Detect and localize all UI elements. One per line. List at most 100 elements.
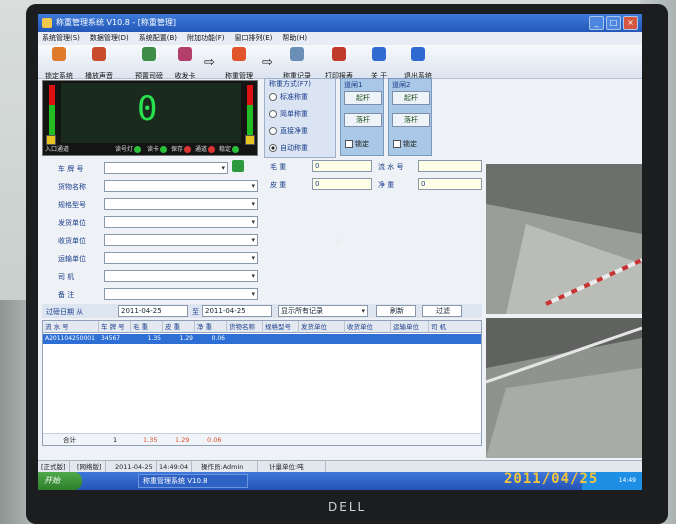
refresh-button[interactable]: 刷新 xyxy=(376,305,416,317)
mouse-cursor xyxy=(332,234,344,247)
window-title: 称重管理系统 V10.8 - [称重管理] xyxy=(56,18,177,27)
exit-system-button[interactable]: 退出系统 xyxy=(400,47,436,80)
footer-net: 0.06 xyxy=(207,436,222,444)
driver-label: 司 机 xyxy=(58,273,75,281)
info-icon xyxy=(372,47,386,61)
transport-dropdown[interactable] xyxy=(104,252,258,264)
weigh-mode-group: 称重方式(F7) 标准称重 简单称重 直接净重 自动称重 xyxy=(264,78,336,158)
gate1-raise-button[interactable]: 起杆 xyxy=(344,91,382,105)
net-label: 净 重 xyxy=(378,181,395,189)
footer-count: 1 xyxy=(113,436,118,444)
col-goods[interactable]: 货物名称 xyxy=(227,321,263,333)
remark-label: 备 注 xyxy=(58,291,75,299)
exit-icon xyxy=(411,47,425,61)
col-receiver[interactable]: 收货单位 xyxy=(345,321,391,333)
status-stable: 稳定 xyxy=(219,144,240,153)
driver-dropdown[interactable] xyxy=(104,270,258,282)
close-button[interactable]: × xyxy=(623,16,638,30)
start-button[interactable]: 开始 xyxy=(38,472,82,490)
menu-help[interactable]: 帮助(H) xyxy=(282,32,307,45)
menu-config[interactable]: 系统配置(B) xyxy=(139,32,177,45)
transport-label: 运输单位 xyxy=(58,255,86,263)
mode-auto-radio[interactable]: 自动称重 xyxy=(269,143,308,153)
lock-system-button[interactable]: 锁定系统 xyxy=(42,47,76,80)
receiver-dropdown[interactable] xyxy=(104,234,258,246)
card-issue-button[interactable]: 收发卡 xyxy=(170,47,200,80)
goods-label: 货物名称 xyxy=(58,183,86,191)
title-bar: 称重管理系统 V10.8 - [称重管理] _ □ × xyxy=(38,14,642,32)
gate2-lock-checkbox[interactable]: 锁定 xyxy=(393,139,417,149)
menu-system[interactable]: 系统管理(S) xyxy=(42,32,80,45)
menu-extra[interactable]: 附加功能(F) xyxy=(187,32,225,45)
table-header: 流 水 号 车 牌 号 毛 重 皮 重 净 重 货物名称 规格型号 发货单位 收… xyxy=(43,321,481,333)
date-from-picker[interactable]: 2011-04-25 xyxy=(118,305,188,317)
cell-tare: 1.29 xyxy=(179,335,193,342)
menu-data[interactable]: 数据管理(D) xyxy=(90,32,129,45)
camera-feed-2 xyxy=(486,318,642,458)
play-sound-button[interactable]: 播放声音 xyxy=(82,47,116,80)
gate1-group: 道闸1 起杆 落杆 锁定 xyxy=(340,78,384,156)
status-channel: 通道 xyxy=(195,144,216,153)
footer-total-label: 合计 xyxy=(63,436,76,444)
serial-label: 流 水 号 xyxy=(378,163,404,171)
about-button[interactable]: 关 于 xyxy=(366,47,392,80)
menu-window[interactable]: 窗口排列(E) xyxy=(235,32,273,45)
tare-label: 皮 重 xyxy=(270,181,287,189)
photo-datestamp: 2011/04/25 xyxy=(504,471,599,487)
mode-simple-radio[interactable]: 简单称重 xyxy=(269,109,308,119)
date-to-picker[interactable]: 2011-04-25 xyxy=(202,305,272,317)
left-signal-bar xyxy=(49,85,55,135)
mode-direct-net-radio[interactable]: 直接净重 xyxy=(269,126,308,136)
col-spec[interactable]: 规格型号 xyxy=(263,321,299,333)
weigh-manage-button[interactable]: 称重管理 xyxy=(222,47,256,80)
print-report-button[interactable]: 打印报表 xyxy=(322,47,356,80)
goods-dropdown[interactable] xyxy=(104,180,258,192)
col-transport[interactable]: 运输单位 xyxy=(391,321,429,333)
gate2-lower-button[interactable]: 落杆 xyxy=(392,113,430,127)
taskbar-app-button[interactable]: 称重管理系统 V10.8 xyxy=(138,474,248,488)
mode-standard-radio[interactable]: 标准称重 xyxy=(269,92,308,102)
table-row[interactable]: A201104250001 34567 1.35 1.29 0.06 xyxy=(43,334,481,344)
col-gross[interactable]: 毛 重 xyxy=(131,321,163,333)
card-icon xyxy=(178,47,192,61)
table-footer: 合计 1 1.35 1.29 0.06 xyxy=(43,433,481,445)
filter-label: 过滤 xyxy=(436,307,450,315)
record-scope-dropdown[interactable]: 显示所有记录 xyxy=(278,305,368,317)
footer-tare: 1.29 xyxy=(175,436,190,444)
maximize-button[interactable]: □ xyxy=(606,16,621,30)
gate1-lower-button[interactable]: 落杆 xyxy=(344,113,382,127)
camera-view-2 xyxy=(486,318,642,458)
weigh-records-button[interactable]: 称重记录 xyxy=(280,47,314,80)
sender-dropdown[interactable] xyxy=(104,216,258,228)
cell-gross: 1.35 xyxy=(147,335,161,342)
serial-number-field xyxy=(418,160,482,172)
spec-dropdown[interactable] xyxy=(104,198,258,210)
gate1-title: 道闸1 xyxy=(344,81,363,89)
gate2-raise-button[interactable]: 起杆 xyxy=(392,91,430,105)
col-net[interactable]: 净 重 xyxy=(195,321,227,333)
remark-dropdown[interactable] xyxy=(104,288,258,300)
tare-weight-field: 0 xyxy=(312,178,372,190)
filter-bar: 过磅日期 从 2011-04-25 至 2011-04-25 显示所有记录 刷新… xyxy=(42,304,482,318)
status-save: 保存 xyxy=(171,144,192,153)
net-weight-field: 0 xyxy=(418,178,482,190)
gate1-lock-checkbox[interactable]: 锁定 xyxy=(345,139,369,149)
menu-bar: 系统管理(S) 数据管理(D) 系统配置(B) 附加功能(F) 窗口排列(E) … xyxy=(38,32,642,45)
col-sender[interactable]: 发货单位 xyxy=(299,321,345,333)
screen: 称重管理系统 V10.8 - [称重管理] _ □ × 系统管理(S) 数据管理… xyxy=(38,14,642,490)
col-serial[interactable]: 流 水 号 xyxy=(43,321,99,333)
minimize-button[interactable]: _ xyxy=(589,16,604,30)
col-driver[interactable]: 司 机 xyxy=(429,321,481,333)
sender-label: 发货单位 xyxy=(58,219,86,227)
cell-net: 0.06 xyxy=(211,335,225,342)
camera-view-1 xyxy=(486,164,642,314)
filter-button[interactable]: 过滤 xyxy=(422,305,462,317)
scale-status-row: 入口通道 读号灯 读卡 保存 通道 稳定 xyxy=(43,144,259,156)
col-tare[interactable]: 皮 重 xyxy=(163,321,195,333)
app-icon xyxy=(42,18,52,28)
col-plate[interactable]: 车 牌 号 xyxy=(99,321,131,333)
speaker-icon xyxy=(92,47,106,61)
plate-search-icon[interactable] xyxy=(232,160,244,172)
preset-button[interactable]: 预置司磅 xyxy=(132,47,166,80)
plate-dropdown[interactable] xyxy=(104,162,228,174)
